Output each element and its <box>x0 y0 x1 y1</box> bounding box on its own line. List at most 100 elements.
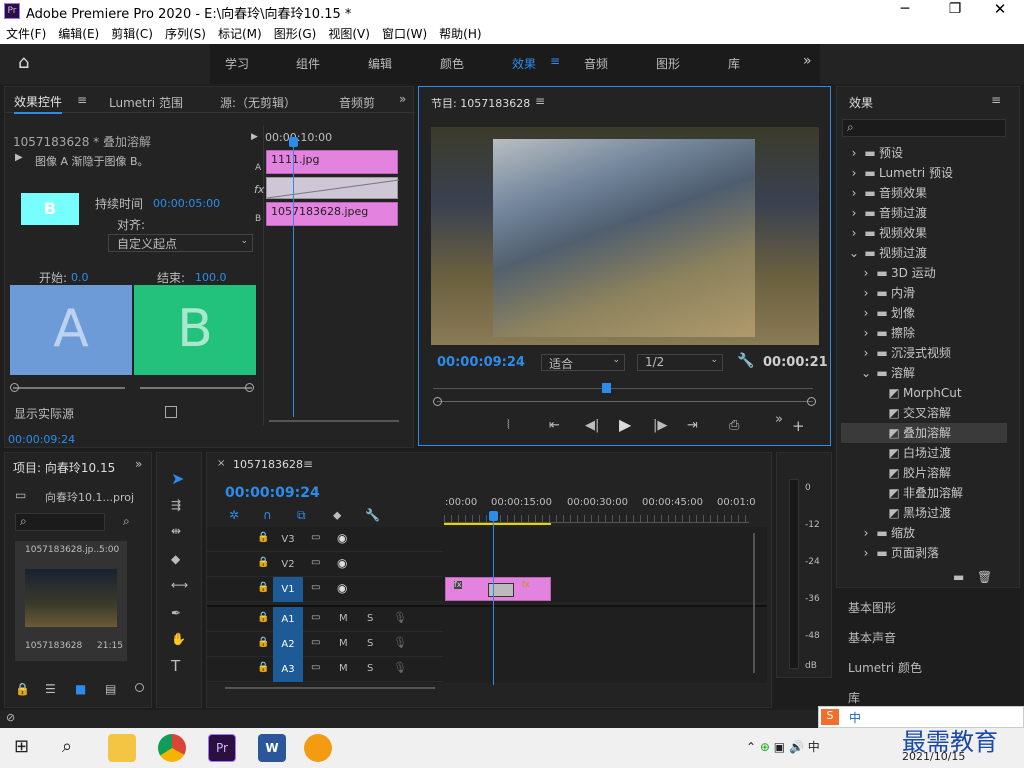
program-menu-icon[interactable]: ≡ <box>535 95 545 107</box>
workspace-effects[interactable]: 效果 <box>512 55 536 72</box>
menu-file[interactable]: 文件(F) <box>6 22 46 42</box>
timeline-hscroll[interactable] <box>225 687 435 689</box>
play-icon[interactable]: ▶ <box>619 417 631 433</box>
selection-tool-icon[interactable]: ➤ <box>171 471 184 487</box>
chrome-icon[interactable] <box>158 734 186 762</box>
clip-b[interactable]: 1057183628.jpeg <box>266 202 398 226</box>
eye-icon[interactable]: ◉ <box>337 582 347 594</box>
transition-bar[interactable] <box>266 177 400 199</box>
effects-tree-item[interactable]: ◩ MorphCut <box>841 383 1007 403</box>
transition-marker[interactable] <box>488 583 514 597</box>
tab-audio-clip[interactable]: 音频剪 <box>339 94 375 111</box>
home-icon[interactable]: ⌂ <box>18 54 29 72</box>
minimize-icon[interactable]: ─ <box>890 2 920 16</box>
effects-tree-item[interactable]: › ▬ 擦除 <box>841 323 1007 343</box>
sogou-ime-bar[interactable]: S 中 <box>818 706 1024 728</box>
program-playhead-icon[interactable] <box>602 383 611 393</box>
workspace-graphics[interactable]: 图形 <box>656 55 680 72</box>
track-lock-icon[interactable]: 🔒 <box>257 663 269 673</box>
align-dropdown[interactable]: 自定义起点 ⌄ <box>108 234 253 252</box>
track-sync-icon[interactable]: ▭ <box>311 613 320 623</box>
tab-effect-controls[interactable]: 效果控件 <box>14 93 63 114</box>
microphone-icon[interactable]: 🎙 <box>393 637 407 648</box>
chevron-right-icon[interactable]: › <box>859 527 873 539</box>
delete-icon[interactable]: 🗑 <box>977 571 992 583</box>
step-back-icon[interactable]: ◀| <box>585 419 599 432</box>
clip-a[interactable]: 1111.jpg <box>266 150 398 174</box>
menu-window[interactable]: 窗口(W) <box>382 22 427 42</box>
track-label[interactable]: V3 <box>273 527 303 552</box>
chevron-right-icon[interactable]: › <box>847 207 861 219</box>
lock-icon[interactable]: 🔒 <box>15 683 30 695</box>
chevron-right-icon[interactable]: › <box>859 267 873 279</box>
effects-tree-item[interactable]: ◩ 交叉溶解 <box>841 403 1007 423</box>
play-triangle-icon[interactable]: ▶ <box>15 153 23 163</box>
new-bin-icon[interactable]: ▬ <box>953 571 964 583</box>
effects-tree-item[interactable]: › ▬ 划像 <box>841 303 1007 323</box>
tray-up-icon[interactable]: ⌃ <box>746 741 756 753</box>
ime-indicator[interactable]: 中 <box>808 740 820 754</box>
workspace-editing[interactable]: 编辑 <box>368 55 392 72</box>
effects-tree-item[interactable]: › ▬ 沉浸式视频 <box>841 343 1007 363</box>
chevron-right-icon[interactable]: › <box>859 327 873 339</box>
effects-tree-item[interactable]: › ▬ 页面剥落 <box>841 543 1007 563</box>
menu-graphics[interactable]: 图形(G) <box>274 22 317 42</box>
app-icon-orange[interactable] <box>304 734 332 762</box>
chevron-right-icon[interactable]: › <box>847 227 861 239</box>
duration-value[interactable]: 00:00:05:00 <box>153 197 220 210</box>
effects-tree-item[interactable]: ◩ 黑场过渡 <box>841 503 1007 523</box>
freeform-view-icon[interactable]: ▤ <box>105 683 116 695</box>
v1-clip[interactable]: fx fx <box>445 577 551 601</box>
panel-essential-sound[interactable]: 基本声音 <box>848 629 896 646</box>
pen-tool-icon[interactable]: ✒ <box>171 607 181 619</box>
effects-tree-item[interactable]: › ▬ 内滑 <box>841 283 1007 303</box>
end-value[interactable]: 100.0 <box>195 271 227 284</box>
close-icon[interactable]: ✕ <box>985 2 1015 17</box>
premiere-taskbar-icon[interactable]: Pr <box>208 734 236 762</box>
workspace-audio[interactable]: 音频 <box>584 55 608 72</box>
word-icon[interactable]: W <box>258 734 286 762</box>
mark-in-icon[interactable]: ⦚ <box>507 419 510 432</box>
timeline-vscroll[interactable] <box>753 533 755 673</box>
chevron-down-icon[interactable]: ⌄ <box>847 247 861 259</box>
effects-tree-item[interactable]: › ▬ 音频效果 <box>841 183 1007 203</box>
track-header-v1[interactable]: 🔒 V1 ▭ ◉ <box>207 577 443 602</box>
workspace-color[interactable]: 颜色 <box>440 55 464 72</box>
tab-menu-icon[interactable]: ≡ <box>77 94 87 106</box>
effects-tree-item[interactable]: ⌄ ▬ 溶解 <box>841 363 1007 383</box>
chevron-right-icon[interactable]: › <box>859 347 873 359</box>
effects-tree-item[interactable]: ◩ 白场过渡 <box>841 443 1007 463</box>
ec-scrollbar[interactable] <box>269 420 399 422</box>
show-source-checkbox[interactable] <box>165 406 177 418</box>
effects-search-input[interactable]: ⌕ <box>842 119 1006 137</box>
track-label[interactable]: V1 <box>273 577 303 602</box>
ripple-edit-tool-icon[interactable]: ⇹ <box>171 525 181 537</box>
fit-dropdown[interactable]: 适合 ⌄ <box>541 354 625 371</box>
solo-button[interactable]: S <box>367 638 373 649</box>
mute-button[interactable]: M <box>339 613 348 624</box>
program-timecode[interactable]: 00:00:09:24 <box>437 355 525 370</box>
effects-tree-item[interactable]: ◩ 叠加溶解 <box>841 423 1007 443</box>
workspace-assembly[interactable]: 组件 <box>296 55 320 72</box>
effects-tree-item[interactable]: ⌄ ▬ 视频过渡 <box>841 243 1007 263</box>
timeline-playhead[interactable] <box>493 515 494 685</box>
network-icon[interactable]: ▣ <box>774 741 785 753</box>
track-sync-icon[interactable]: ▭ <box>311 638 320 648</box>
effects-tree-item[interactable]: ◩ 非叠加溶解 <box>841 483 1007 503</box>
panel-libraries[interactable]: 库 <box>848 689 860 706</box>
project-search-input[interactable]: ⌕ <box>15 513 105 531</box>
eye-icon[interactable]: ◉ <box>337 557 347 569</box>
menu-edit[interactable]: 编辑(E) <box>58 22 99 42</box>
zoom-handle-right[interactable] <box>807 397 816 406</box>
nest-icon[interactable]: ✲ <box>229 509 239 521</box>
effects-tree-item[interactable]: ◩ 胶片溶解 <box>841 463 1007 483</box>
panel-essential-graphics[interactable]: 基本图形 <box>848 599 896 616</box>
more-tabs-icon[interactable]: » <box>135 458 142 470</box>
bin-search-icon[interactable]: ⌕ <box>123 515 130 527</box>
linked-selection-icon[interactable]: ⧉ <box>297 509 306 521</box>
chevron-right-icon[interactable]: › <box>859 287 873 299</box>
track-header-a1[interactable]: 🔒 A1 ▭ M S 🎙 <box>207 607 443 632</box>
track-header-v3[interactable]: 🔒 V3 ▭ ◉ <box>207 527 443 552</box>
track-sync-icon[interactable]: ▭ <box>311 663 320 673</box>
track-label[interactable]: A1 <box>273 607 303 632</box>
